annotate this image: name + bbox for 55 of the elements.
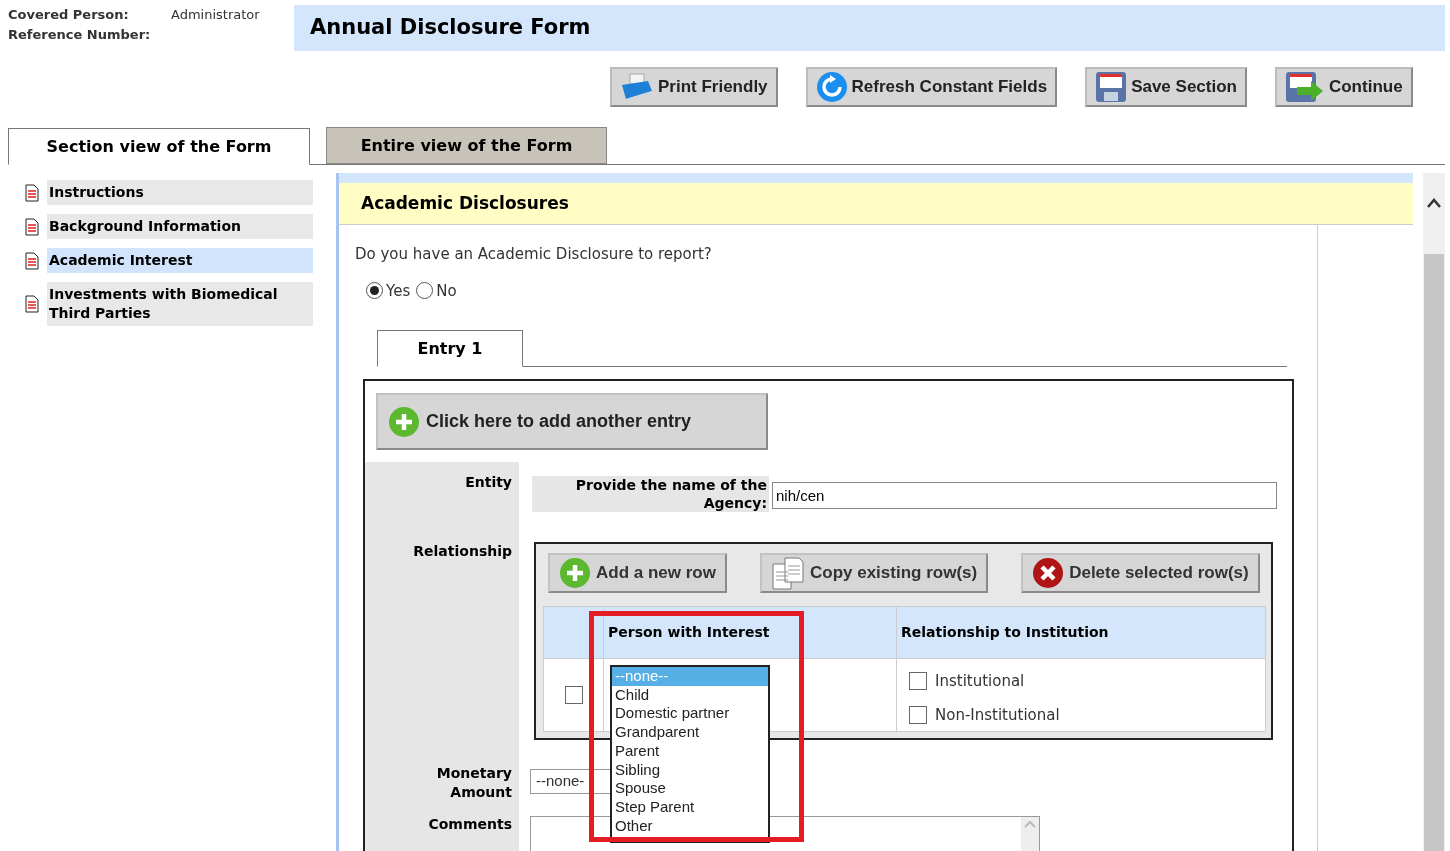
row-action-button[interactable]: Add a new row	[548, 553, 727, 593]
dropdown-option[interactable]: Child	[612, 685, 768, 705]
scroll-up-icon	[1024, 820, 1036, 828]
toolbar-button[interactable]: Refresh Constant Fields	[805, 67, 1058, 107]
document-icon	[25, 251, 39, 270]
column-header: Relationship to Institution	[900, 623, 1109, 642]
view-tab[interactable]: Entire view of the Form	[326, 127, 607, 164]
copy-documents-icon	[770, 556, 805, 590]
agency-label: Provide the name of the Agency:	[532, 476, 769, 512]
comments-label: Comments	[428, 816, 512, 832]
radio-option[interactable]: Yes	[366, 279, 411, 302]
reference-number-label: Reference Number:	[8, 26, 152, 44]
scroll-up-icon	[1426, 197, 1442, 209]
floppy-arrow-icon	[1284, 71, 1325, 103]
dropdown-option[interactable]: Step Parent	[612, 797, 768, 817]
scrollbar-thumb[interactable]	[1424, 254, 1444, 851]
toolbar-button[interactable]: Continue	[1274, 67, 1413, 107]
row-action-button[interactable]: Copy existing row(s)	[759, 553, 989, 593]
form-title-bar: Annual Disclosure Form	[294, 5, 1445, 51]
dropdown-option[interactable]: Domestic partner	[612, 704, 768, 724]
refresh-icon	[815, 71, 848, 103]
radio-option[interactable]: No	[416, 279, 457, 302]
add-entry-button[interactable]: Click here to add another entry	[376, 393, 768, 450]
entity-label: Entity	[465, 474, 512, 490]
delete-circle-icon	[1032, 557, 1065, 589]
relationship-checkbox[interactable]: Non-Institutional	[909, 703, 1060, 726]
column-header: Person with Interest	[604, 607, 897, 658]
view-tab[interactable]: Section view of the Form	[8, 128, 310, 165]
document-icon	[25, 217, 39, 236]
covered-person-value: Administrator	[171, 6, 260, 24]
document-icon	[25, 183, 39, 202]
entry-tab[interactable]: Entry 1	[377, 330, 523, 367]
covered-person-label: Covered Person:	[8, 6, 130, 24]
section-header: Academic Disclosures	[339, 183, 1413, 225]
sidebar-item[interactable]: Instructions	[47, 180, 313, 205]
toolbar-button[interactable]: Save Section	[1085, 67, 1247, 107]
sidebar-item[interactable]: Investments with Biomedical Third Parties	[47, 282, 313, 326]
row-action-button[interactable]: Delete selected row(s)	[1021, 553, 1260, 593]
dropdown-option[interactable]: Parent	[612, 741, 768, 761]
toolbar-button[interactable]: Print Friendly	[610, 67, 778, 107]
plus-circle-icon	[559, 557, 591, 589]
relationship-label: Relationship	[413, 543, 512, 559]
dropdown-option[interactable]: Grandparent	[612, 723, 768, 742]
sidebar-item[interactable]: Background Information	[47, 214, 313, 239]
sidebar-item[interactable]: Academic Interest	[47, 248, 313, 273]
relationship-checkbox[interactable]: Institutional	[909, 670, 1060, 693]
row-checkbox[interactable]	[564, 686, 583, 704]
person-dropdown-list[interactable]: --none-- Child Domestic partner Grandparent Parent Sibling Spouse Step Parent Other	[610, 665, 770, 843]
agency-input[interactable]: nih/cen	[772, 482, 1277, 509]
question-text: Do you have an Academic Disclosure to report?	[354, 244, 713, 265]
dropdown-option[interactable]: Other	[612, 816, 768, 836]
printer-icon	[620, 73, 654, 101]
document-icon	[25, 295, 39, 313]
monetary-amount-label: Monetary Amount	[435, 764, 512, 802]
plus-circle-icon	[388, 405, 420, 438]
